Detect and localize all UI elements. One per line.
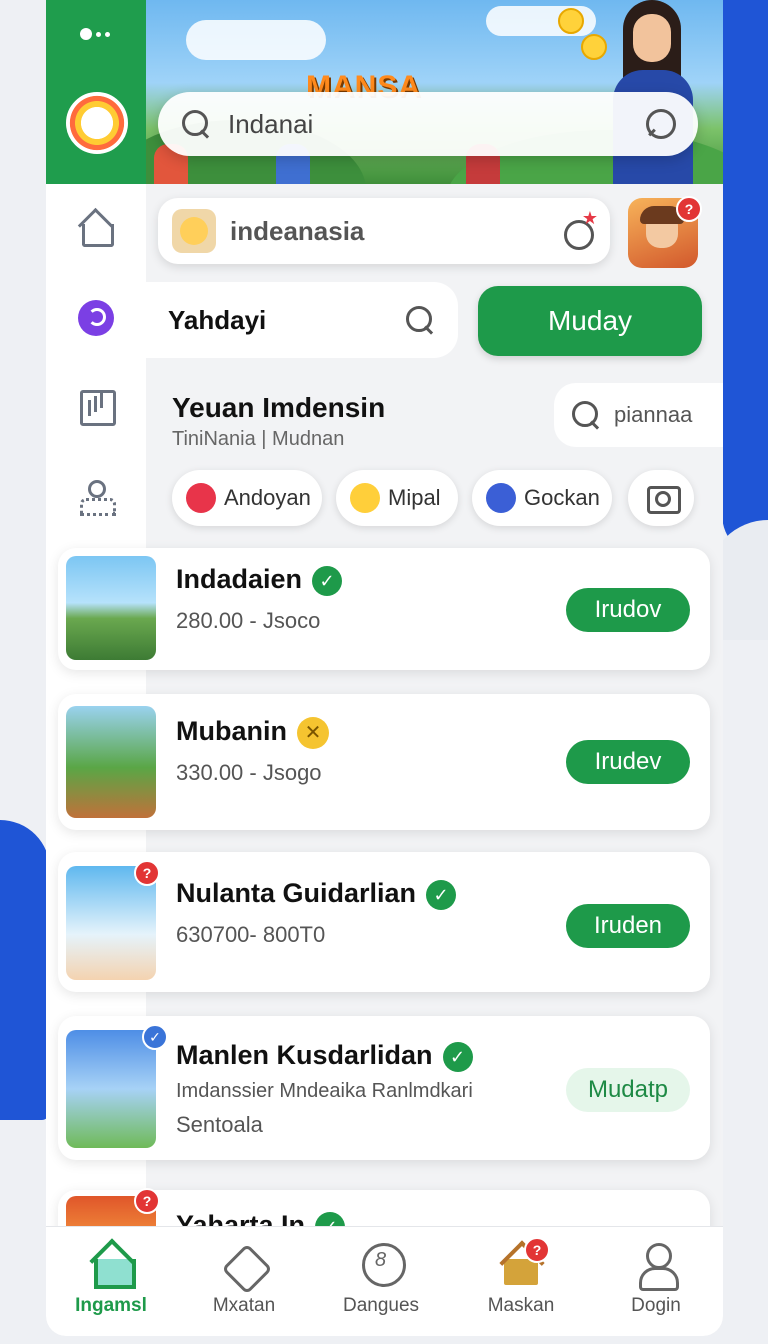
- toy-icon: [486, 483, 516, 513]
- user-icon: [633, 1241, 679, 1291]
- item-thumbnail: [66, 706, 156, 818]
- smiley-icon: [558, 8, 584, 34]
- search-input[interactable]: Indanai: [228, 109, 646, 140]
- header-green-panel: [46, 0, 146, 184]
- community-icon[interactable]: [78, 478, 116, 516]
- tab-store[interactable]: Maskan: [461, 1241, 581, 1317]
- tab-games[interactable]: Dangues: [321, 1241, 441, 1317]
- camera-icon[interactable]: [628, 470, 694, 526]
- item-action-button[interactable]: Mudatp: [566, 1068, 690, 1112]
- item-title: Nulanta Guidarlian ✓: [176, 878, 457, 910]
- list-item[interactable]: Mubanin ✕ 330.00 - Jsogo Irudev: [58, 694, 710, 830]
- list-item[interactable]: Indadaien ✓ 280.00 - Jsoco Irudov: [58, 548, 710, 670]
- check-icon: ✓: [312, 565, 343, 596]
- category-chip[interactable]: Andoyan: [172, 470, 322, 526]
- chat-star-icon[interactable]: [562, 208, 598, 250]
- item-meta: 630700- 800T0: [176, 922, 326, 947]
- background-accent-right: [722, 0, 768, 560]
- main-search-bar[interactable]: Indanai: [158, 92, 698, 156]
- app-logo[interactable]: [66, 92, 128, 154]
- list-item[interactable]: ? Nulanta Guidarlian ✓ 630700- 800T0 Irud…: [58, 852, 710, 992]
- item-title: Manlen Kusdarlidan ✓: [176, 1040, 473, 1072]
- check-icon: ✓: [442, 1041, 473, 1072]
- item-meta-secondary: Sentoala: [176, 1112, 263, 1137]
- section-subtitle: TiniNania | Mudnan: [172, 428, 345, 450]
- tab-profile[interactable]: Dogin: [596, 1241, 716, 1317]
- info-badge: ✓: [142, 1024, 168, 1050]
- tab-label: Ingamsl: [75, 1295, 147, 1316]
- item-action-button[interactable]: Irudev: [566, 740, 690, 784]
- section-search[interactable]: piannaa: [554, 383, 723, 447]
- featured-label: indeanasia: [230, 215, 365, 246]
- chart-icon[interactable]: [78, 388, 116, 426]
- list-item[interactable]: ✓ Manlen Kusdarlidan ✓ Imdanssier Mndeaik…: [58, 1016, 710, 1160]
- app-screen: MANSA Indanai indeanasia ? Yahdayi Muday…: [46, 0, 723, 1336]
- item-meta: Imdanssier Mndeaika Ranlmdkari: [176, 1080, 473, 1102]
- home-icon[interactable]: [78, 210, 114, 247]
- background-accent-left: [0, 820, 50, 1120]
- discover-icon[interactable]: [78, 300, 114, 336]
- more-dots-icon[interactable]: [80, 28, 110, 40]
- tab-label: Dogin: [631, 1295, 681, 1316]
- notification-badge: ?: [134, 860, 160, 886]
- filter-action-button[interactable]: Muday: [478, 286, 702, 356]
- tab-label: Dangues: [342, 1295, 420, 1316]
- notification-badge: ?: [524, 1237, 550, 1263]
- notification-badge: ?: [134, 1188, 160, 1214]
- category-chip[interactable]: Gockan: [472, 470, 612, 526]
- item-thumbnail: [66, 1030, 156, 1148]
- item-action-button[interactable]: Iruden: [566, 904, 690, 948]
- item-thumbnail: [66, 556, 156, 660]
- item-meta: 280.00 - Jsoco: [176, 608, 321, 633]
- item-title: Mubanin ✕: [176, 716, 329, 749]
- shop-icon: [221, 1241, 267, 1287]
- notification-badge: ?: [676, 196, 702, 222]
- category-chip[interactable]: Mipal: [336, 470, 458, 526]
- search-icon[interactable]: [570, 399, 602, 431]
- section-title: Yeuan Imdensin: [172, 392, 386, 423]
- tab-label: Mxatan: [212, 1295, 276, 1316]
- filter-field[interactable]: Yahdayi: [146, 282, 458, 358]
- item-title: Indadaien ✓: [176, 564, 343, 596]
- chip-label: Andoyan: [224, 485, 311, 510]
- check-icon: ✓: [426, 879, 457, 910]
- chip-label: Mipal: [388, 485, 441, 510]
- smiley-icon: [581, 34, 607, 60]
- tab-home[interactable]: Ingamsl: [51, 1241, 171, 1317]
- filter-label: Yahdayi: [168, 304, 267, 335]
- chat-icon[interactable]: [646, 109, 676, 139]
- section-search-input[interactable]: piannaa: [614, 402, 692, 428]
- search-icon[interactable]: [180, 108, 212, 140]
- item-meta: 330.00 - Jsogo: [176, 760, 322, 785]
- games-icon: [358, 1241, 406, 1287]
- tab-label: Maskan: [487, 1295, 555, 1316]
- item-action-button[interactable]: Irudov: [566, 588, 690, 632]
- tab-shop[interactable]: Mxatan: [184, 1241, 304, 1317]
- featured-search-pill[interactable]: indeanasia: [158, 198, 610, 264]
- dragon-icon: [186, 483, 216, 513]
- search-icon[interactable]: [404, 304, 436, 336]
- bear-avatar-icon: [172, 209, 216, 253]
- home-icon: [88, 1241, 136, 1289]
- pending-icon: ✕: [296, 716, 329, 749]
- chip-label: Gockan: [524, 485, 600, 510]
- smiley-icon: [350, 483, 380, 513]
- bottom-nav: Ingamsl Mxatan Dangues Maskan ? Dogin: [46, 1226, 723, 1336]
